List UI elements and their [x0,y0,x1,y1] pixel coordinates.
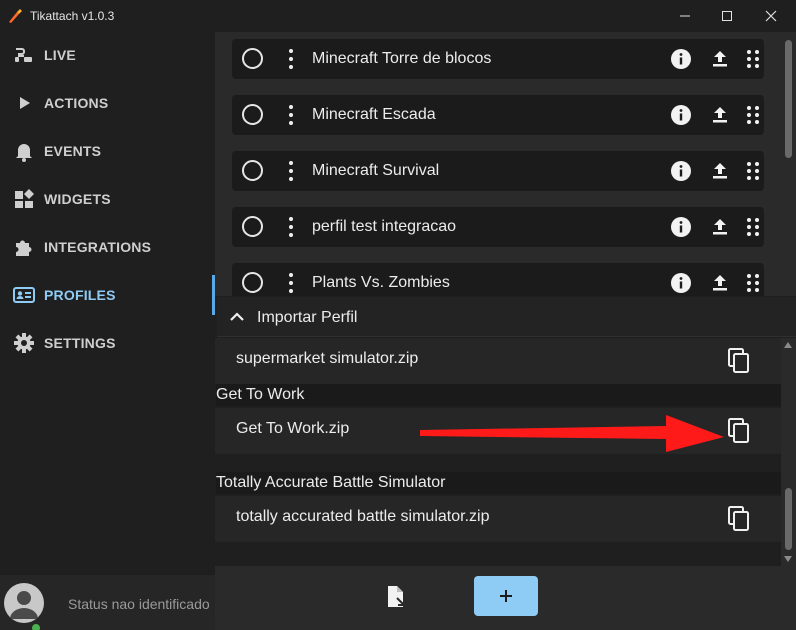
annotation-arrow-icon [420,415,724,452]
sidebar: LIVE ACTIONS EVENTS WIDGETS INTEGRATIONS… [0,32,215,630]
game-group-label: Get To Work [216,384,781,406]
profile-name: Minecraft Escada [312,106,436,123]
bell-icon [12,139,36,163]
sidebar-item-events[interactable]: EVENTS [0,131,215,171]
profile-row[interactable]: Minecraft Survival [232,151,764,191]
add-profile-button[interactable] [474,576,538,616]
drag-handle-icon[interactable] [742,48,764,70]
sidebar-item-label: PROFILES [44,287,116,303]
file-name: Get To Work.zip [236,420,350,437]
upload-icon[interactable] [709,48,731,70]
file-name: supermarket simulator.zip [236,350,419,367]
status-area: Status nao identificado [0,575,215,630]
more-options-icon[interactable] [288,161,294,181]
chevron-up-icon[interactable] [227,307,247,327]
import-list-scrollbar[interactable] [781,338,796,566]
copy-icon[interactable] [727,348,751,374]
plus-icon [500,590,512,602]
import-profile-title: Importar Perfil [257,309,358,326]
scrollbar-thumb[interactable] [785,40,792,158]
profile-radio[interactable] [242,48,263,69]
profile-radio[interactable] [242,160,263,181]
drag-handle-icon[interactable] [742,160,764,182]
online-status-dot [30,622,42,630]
more-options-icon[interactable] [288,217,294,237]
sidebar-item-live[interactable]: LIVE [0,35,215,75]
info-icon[interactable] [670,272,692,294]
profiles-scrollbar[interactable] [781,32,796,296]
copy-icon[interactable] [727,506,751,532]
title-bar: Tikattach v1.0.3 [0,0,796,32]
widgets-icon [12,187,36,211]
sidebar-item-label: INTEGRATIONS [44,239,152,255]
more-options-icon[interactable] [288,49,294,69]
profile-name: Plants Vs. Zombies [312,274,450,291]
info-icon[interactable] [670,48,692,70]
bottom-action-bar [215,566,796,630]
profile-row[interactable]: Minecraft Escada [232,95,764,135]
info-icon[interactable] [670,216,692,238]
avatar[interactable] [4,583,44,623]
upload-icon[interactable] [709,104,731,126]
window-title: Tikattach v1.0.3 [30,9,115,23]
sidebar-item-settings[interactable]: SETTINGS [0,323,215,363]
sidebar-item-profiles[interactable]: PROFILES [0,275,215,315]
status-text: Status nao identificado [68,596,210,612]
profiles-panel: Minecraft Torre de blocos Minecraft Esca… [215,32,796,630]
profile-name: perfil test integracao [312,218,457,235]
more-options-icon[interactable] [288,105,294,125]
gear-icon [12,331,36,355]
profile-card-icon [12,283,36,307]
live-icon [12,43,36,67]
copy-icon[interactable] [727,418,751,444]
sidebar-item-label: SETTINGS [44,335,116,351]
profile-row[interactable]: Minecraft Torre de blocos [232,39,764,79]
profile-radio[interactable] [242,216,263,237]
more-options-icon[interactable] [288,273,294,293]
sidebar-item-integrations[interactable]: INTEGRATIONS [0,227,215,267]
profile-name: Minecraft Torre de blocos [312,50,492,67]
drag-handle-icon[interactable] [742,272,764,294]
info-icon[interactable] [670,160,692,182]
file-name: totally accurated battle simulator.zip [236,508,490,525]
sidebar-item-widgets[interactable]: WIDGETS [0,179,215,219]
import-file-icon[interactable] [383,583,409,611]
scroll-up-arrow-icon[interactable] [784,342,792,348]
sidebar-item-label: LIVE [44,47,76,63]
drag-handle-icon[interactable] [742,104,764,126]
file-item: totally accurated battle simulator.zip [215,496,781,542]
app-logo-icon [6,7,24,25]
close-button[interactable] [750,0,792,32]
info-icon[interactable] [670,104,692,126]
sidebar-item-label: ACTIONS [44,95,109,111]
scroll-down-arrow-icon[interactable] [784,556,792,562]
play-icon [12,91,36,115]
upload-icon[interactable] [709,216,731,238]
file-item: supermarket simulator.zip [215,338,781,384]
drag-handle-icon[interactable] [742,216,764,238]
profile-radio[interactable] [242,272,263,293]
profile-radio[interactable] [242,104,263,125]
profile-name: Minecraft Survival [312,162,440,179]
maximize-button[interactable] [706,0,748,32]
minimize-button[interactable] [664,0,706,32]
game-group-label: Totally Accurate Battle Simulator [216,472,781,494]
sidebar-item-label: EVENTS [44,143,102,159]
scrollbar-thumb[interactable] [785,488,792,550]
sidebar-item-label: WIDGETS [44,191,111,207]
sidebar-item-actions[interactable]: ACTIONS [0,83,215,123]
import-profile-header[interactable]: Importar Perfil [217,297,796,337]
puzzle-icon [12,235,36,259]
upload-icon[interactable] [709,160,731,182]
profile-row[interactable]: perfil test integracao [232,207,764,247]
upload-icon[interactable] [709,272,731,294]
